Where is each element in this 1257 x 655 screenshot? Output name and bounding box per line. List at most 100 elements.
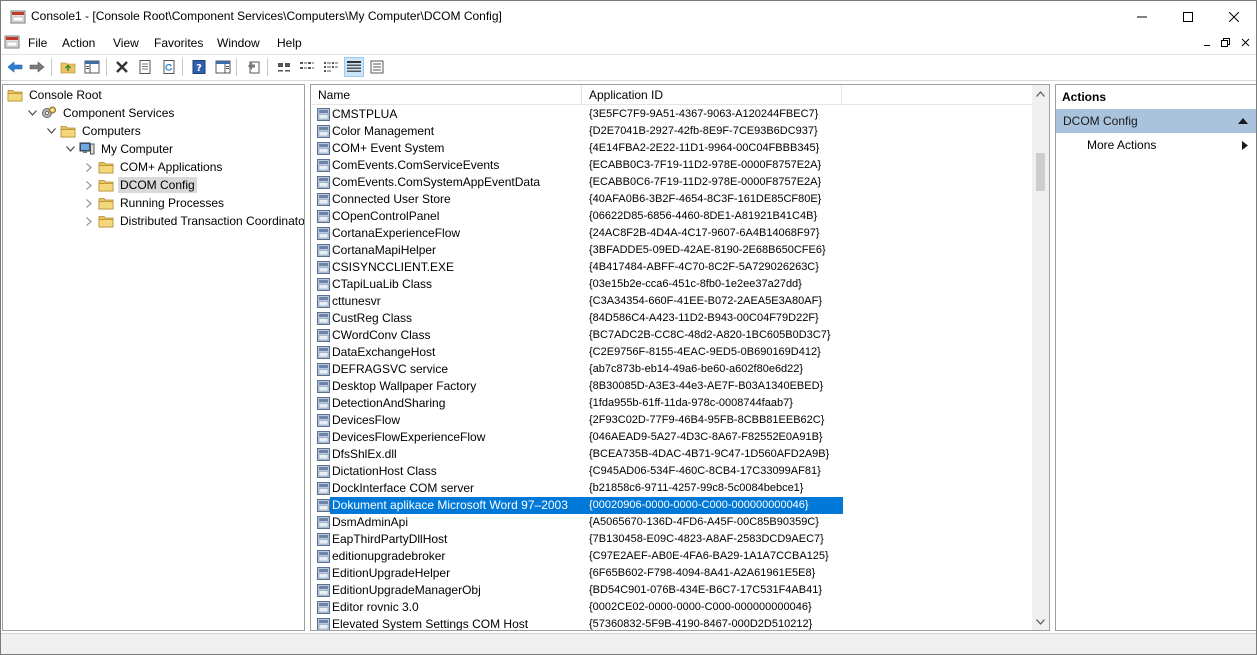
tree-node-running-processes[interactable]: Running Processes	[83, 194, 226, 212]
chevron-down-icon[interactable]	[64, 143, 76, 155]
list-row[interactable]: DevicesFlow {2F93C02D-77F9-46B4-95FB-8CBB…	[311, 412, 1035, 429]
list-row[interactable]: DEFRAGSVC service {ab7c873b-eb14-49a6-be6…	[311, 361, 1035, 378]
tree-node-console-root[interactable]: Console Root	[7, 86, 104, 104]
row-application-id: {ECABB0C3-7F19-11D2-978E-0000F8757E2A}	[589, 159, 822, 171]
console-menu-icon[interactable]	[4, 34, 20, 50]
list-row[interactable]: Color Management {D2E7041B-2927-42fb-8E9F…	[311, 123, 1035, 140]
small-icons-view-button[interactable]	[297, 57, 317, 77]
column-header-name[interactable]: Name	[311, 85, 582, 105]
list-row[interactable]: DevicesFlowExperienceFlow {046AEAD9-5A27-…	[311, 429, 1035, 446]
list-row[interactable]: CTapiLuaLib Class {03e15b2e-cca6-451c-8fb…	[311, 276, 1035, 293]
list-row[interactable]: Dokument aplikace Microsoft Word 97–2003…	[311, 497, 1035, 514]
list-row[interactable]: DataExchangeHost {C2E9756F-8155-4EAC-9ED5…	[311, 344, 1035, 361]
show-hide-action-pane-button[interactable]	[213, 57, 233, 77]
list-row[interactable]: cttunesvr {C3A34354-660F-41EE-B072-2AEA5E…	[311, 293, 1035, 310]
list-row[interactable]: COpenControlPanel {06622D85-6856-4460-8DE…	[311, 208, 1035, 225]
tree-node-distributed-transaction-coordinator[interactable]: Distributed Transaction Coordinator	[83, 212, 304, 230]
list-row[interactable]: DfsShlEx.dll {BCEA735B-4DAC-4B71-9C47-1D5…	[311, 446, 1035, 463]
list-row[interactable]: DetectionAndSharing {1fda955b-61ff-11da-9…	[311, 395, 1035, 412]
close-button[interactable]	[1211, 1, 1256, 32]
customize-view-button[interactable]	[367, 57, 387, 77]
export-list-button[interactable]	[244, 57, 264, 77]
menu-window[interactable]: Window	[217, 36, 260, 50]
list-row[interactable]: CMSTPLUA {3E5FC7F9-9A51-4367-9063-A120244…	[311, 106, 1035, 123]
menu-file[interactable]: File	[28, 36, 47, 50]
maximize-icon	[1183, 11, 1193, 22]
console-tree-pane[interactable]: Console Root Component Services Computers M…	[2, 84, 305, 631]
list-row[interactable]: CortanaExperienceFlow {24AC8F2B-4D4A-4C17…	[311, 225, 1035, 242]
tree-node-dcom-config[interactable]: DCOM Config	[83, 176, 197, 194]
title-bar[interactable]: Console1 - [Console Root\Component Servi…	[1, 1, 1256, 32]
chevron-down-icon[interactable]	[26, 107, 38, 119]
list-row[interactable]: CortanaMapiHelper {3BFADDE5-09ED-42AE-819…	[311, 242, 1035, 259]
show-hide-console-tree-button[interactable]	[82, 57, 102, 77]
up-one-level-button[interactable]	[58, 57, 78, 77]
column-header-application-id[interactable]: Application ID	[582, 85, 842, 105]
chevron-down-icon[interactable]	[45, 125, 57, 137]
list-row[interactable]: CustReg Class {84D586C4-A423-11D2-B943-00…	[311, 310, 1035, 327]
row-application-id: {ECABB0C6-7F19-11D2-978E-0000F8757E2A}	[589, 176, 822, 188]
list-row[interactable]: DockInterface COM server {b21858c6-9711-4…	[311, 480, 1035, 497]
maximize-button[interactable]	[1165, 1, 1211, 32]
list-row[interactable]: Editor rovnic 3.0 {0002CE02-0000-0000-C00…	[311, 599, 1035, 616]
mmc-app-icon[interactable]	[10, 9, 26, 25]
list-row[interactable]: EditionUpgradeManagerObj {BD54C901-076B-4…	[311, 582, 1035, 599]
list-row[interactable]: Elevated System Settings COM Host {573608…	[311, 616, 1035, 630]
folder-icon	[98, 177, 114, 193]
list-row[interactable]: CSISYNCCLIENT.EXE {4B417484-ABFF-4C70-8C2…	[311, 259, 1035, 276]
row-name: DetectionAndSharing	[332, 396, 446, 410]
vertical-scrollbar[interactable]	[1032, 85, 1049, 630]
tree-node-component-services[interactable]: Component Services	[26, 104, 176, 122]
list-row[interactable]: Connected User Store {40AFA0B6-3B2F-4654-…	[311, 191, 1035, 208]
scroll-up-button[interactable]	[1032, 85, 1049, 102]
list-row[interactable]: EditionUpgradeHelper {6F65B602-F798-4094-…	[311, 565, 1035, 582]
menu-help[interactable]: Help	[277, 36, 302, 50]
scroll-thumb[interactable]	[1036, 153, 1045, 191]
results-list-pane[interactable]: Name Application ID CMSTPLUA {3E5FC7F9-9A…	[310, 84, 1050, 631]
delete-button[interactable]	[112, 57, 132, 77]
list-row[interactable]: EapThirdPartyDllHost {7B130458-E09C-4823-…	[311, 531, 1035, 548]
list-row[interactable]: Desktop Wallpaper Factory {8B30085D-A3E3-…	[311, 378, 1035, 395]
tree-node-com-applications[interactable]: COM+ Applications	[83, 158, 224, 176]
detail-view-button[interactable]	[344, 57, 364, 77]
list-row[interactable]: COM+ Event System {4E14FBA2-2E22-11D1-996…	[311, 140, 1035, 157]
dcom-application-icon	[317, 414, 330, 427]
toolbar-separator	[51, 58, 52, 76]
back-button[interactable]	[5, 57, 25, 77]
list-row[interactable]: CWordConv Class {BC7ADC2B-CC8C-48d2-A820-…	[311, 327, 1035, 344]
forward-button[interactable]	[27, 57, 47, 77]
menu-view[interactable]: View	[113, 36, 139, 50]
child-close-button[interactable]	[1237, 34, 1254, 51]
help-button[interactable]: ?	[189, 57, 209, 77]
list-row[interactable]: ComEvents.ComServiceEvents {ECABB0C3-7F19…	[311, 157, 1035, 174]
folder-icon	[98, 195, 114, 211]
collapse-triangle-icon[interactable]	[1238, 117, 1248, 125]
tree-node-computers[interactable]: Computers	[45, 122, 143, 140]
scroll-down-button[interactable]	[1032, 613, 1049, 630]
chevron-right-icon[interactable]	[83, 161, 95, 173]
dcom-application-icon	[317, 278, 330, 291]
chevron-right-icon[interactable]	[83, 215, 95, 227]
chevron-right-icon[interactable]	[83, 197, 95, 209]
large-icons-view-button[interactable]	[274, 57, 294, 77]
list-view-button[interactable]	[321, 57, 341, 77]
tree-node-my-computer[interactable]: My Computer	[64, 140, 175, 158]
dcom-application-icon	[317, 261, 330, 274]
menu-action[interactable]: Action	[62, 36, 95, 50]
chevron-right-icon[interactable]	[83, 179, 95, 191]
toolbar-separator	[236, 58, 237, 76]
child-restore-button[interactable]	[1217, 34, 1234, 51]
more-actions-item[interactable]: More Actions	[1056, 135, 1256, 155]
child-minimize-button[interactable]	[1199, 34, 1216, 51]
list-row[interactable]: editionupgradebroker {C97E2AEF-AB0E-4FA6-…	[311, 548, 1035, 565]
list-row[interactable]: DsmAdminApi {A5065670-136D-4FD6-A45F-00C8…	[311, 514, 1035, 531]
row-name: Desktop Wallpaper Factory	[332, 379, 477, 393]
minimize-button[interactable]	[1119, 1, 1165, 32]
menu-favorites[interactable]: Favorites	[154, 36, 203, 50]
properties-button[interactable]	[135, 57, 155, 77]
refresh-button[interactable]	[159, 57, 179, 77]
actions-section-header[interactable]: DCOM Config	[1056, 109, 1256, 133]
list-row[interactable]: ComEvents.ComSystemAppEventData {ECABB0C6…	[311, 174, 1035, 191]
list-rows: CMSTPLUA {3E5FC7F9-9A51-4367-9063-A120244…	[311, 106, 1035, 630]
list-row[interactable]: DictationHost Class {C945AD06-534F-460C-8…	[311, 463, 1035, 480]
